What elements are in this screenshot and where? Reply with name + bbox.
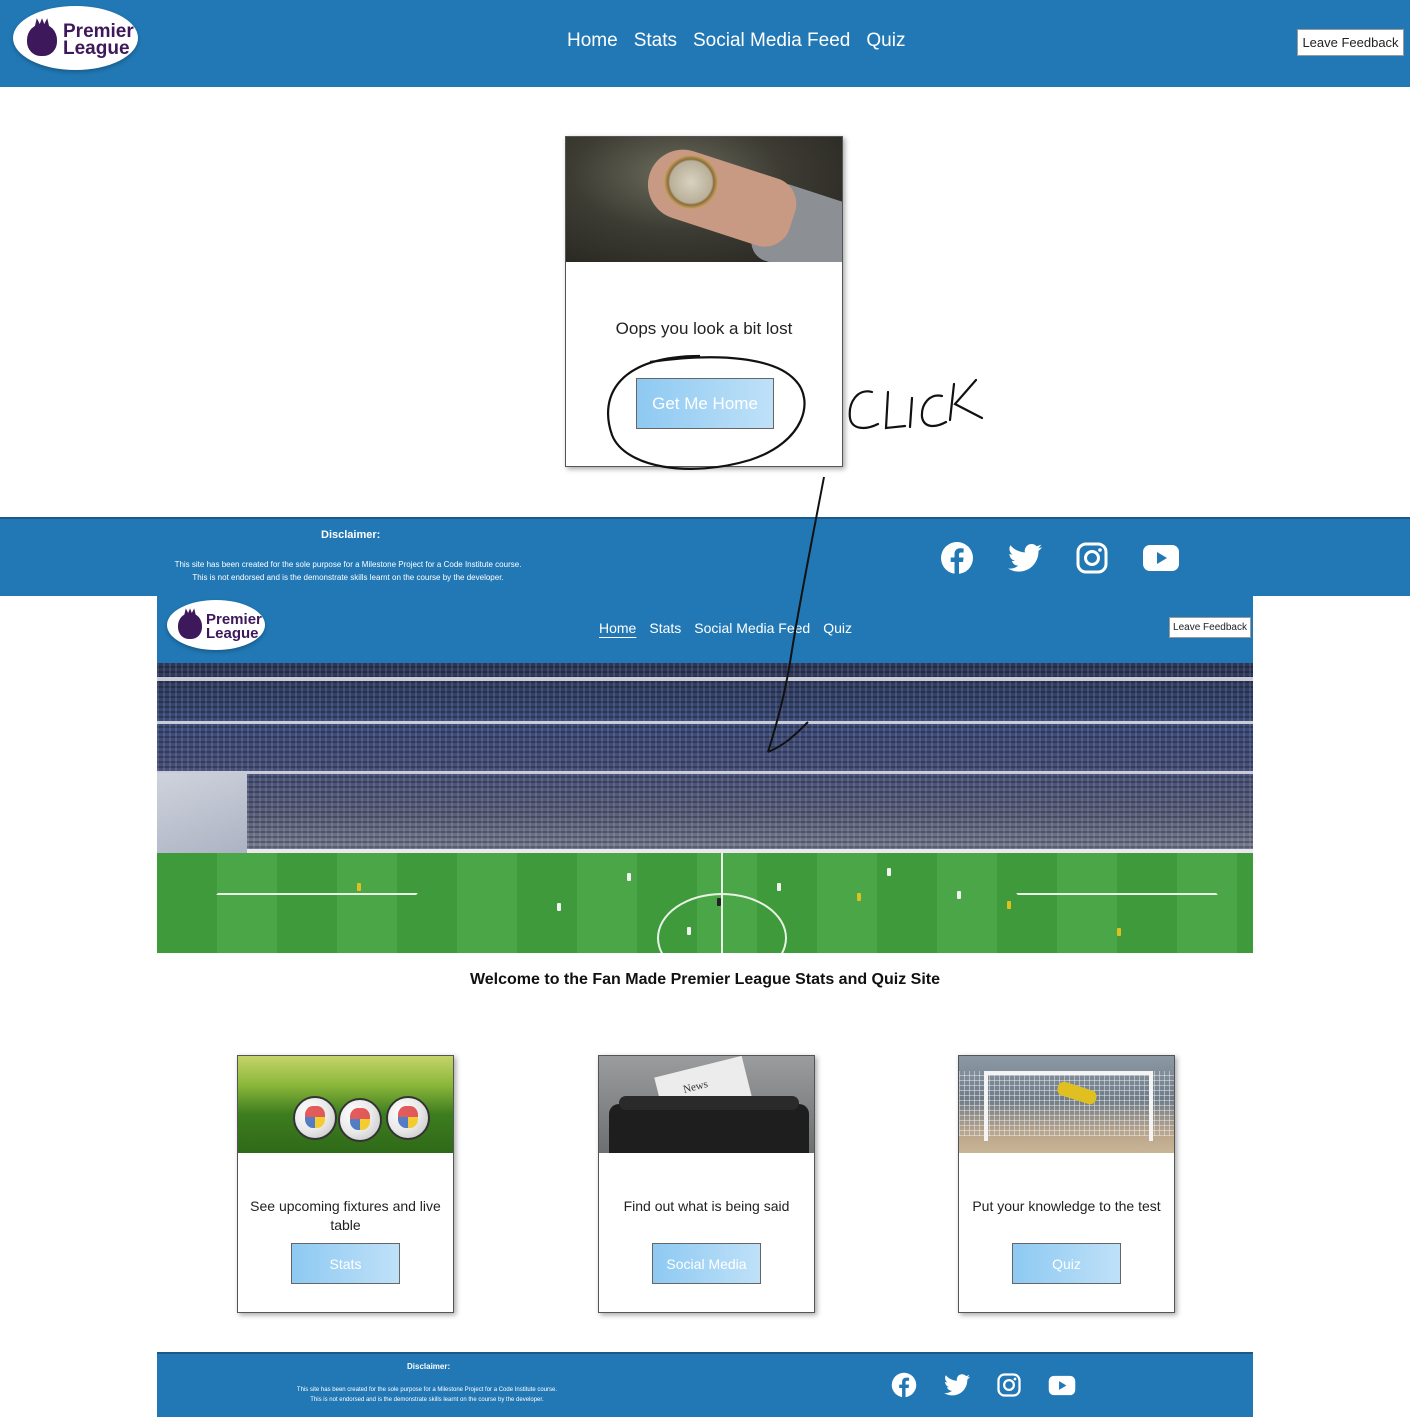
nav-quiz[interactable]: Quiz xyxy=(823,620,852,636)
youtube-icon[interactable] xyxy=(1048,1375,1076,1396)
lost-message: Oops you look a bit lost xyxy=(615,319,793,338)
quiz-button[interactable]: Quiz xyxy=(1012,1243,1121,1284)
compass-image xyxy=(566,137,842,262)
social-links xyxy=(940,541,1180,575)
error-page-header: Premier League Home Stats Social Media F… xyxy=(0,0,1410,87)
stats-card: See upcoming fixtures and live table Sta… xyxy=(237,1055,454,1313)
welcome-heading: Welcome to the Fan Made Premier League S… xyxy=(469,971,941,988)
click-handwriting xyxy=(848,378,984,430)
logo-line2: League xyxy=(206,624,259,642)
lost-card: Oops you look a bit lost Get Me Home xyxy=(565,136,843,467)
twitter-icon[interactable] xyxy=(1008,543,1042,573)
disclaimer-text: This site has been created for the sole … xyxy=(174,560,522,582)
social-media-button[interactable]: Social Media xyxy=(652,1243,761,1284)
pitch xyxy=(157,853,1253,953)
nav-stats[interactable]: Stats xyxy=(634,30,677,52)
footballs-image xyxy=(238,1056,453,1153)
nav-stats[interactable]: Stats xyxy=(649,620,681,636)
home-page-footer: Disclaimer: This site has been created f… xyxy=(157,1352,1253,1417)
quiz-card-text: Put your knowledge to the test xyxy=(972,1198,1161,1214)
instagram-icon[interactable] xyxy=(997,1373,1021,1397)
compass-icon xyxy=(664,155,718,209)
leave-feedback-button[interactable]: Leave Feedback xyxy=(1169,617,1251,638)
nav-quiz[interactable]: Quiz xyxy=(866,30,905,52)
quiz-card: Put your knowledge to the test Quiz xyxy=(958,1055,1175,1313)
lion-icon xyxy=(178,613,202,639)
disclaimer-title: Disclaimer: xyxy=(407,1362,451,1371)
stats-card-text: See upcoming fixtures and live table xyxy=(250,1198,441,1233)
main-nav: Home Stats Social Media Feed Quiz xyxy=(599,620,852,636)
leave-feedback-button[interactable]: Leave Feedback xyxy=(1297,29,1404,56)
error-page-footer: Disclaimer: This site has been created f… xyxy=(0,517,1410,596)
instagram-icon[interactable] xyxy=(1076,542,1108,574)
premier-league-logo[interactable]: Premier League xyxy=(167,600,265,650)
nav-social-media-feed[interactable]: Social Media Feed xyxy=(693,30,850,52)
stats-button[interactable]: Stats xyxy=(291,1243,400,1284)
social-links xyxy=(891,1372,1076,1398)
stadium-hero-image xyxy=(157,663,1253,953)
social-media-card-text: Find out what is being said xyxy=(623,1198,790,1214)
facebook-icon[interactable] xyxy=(891,1372,917,1398)
nav-home[interactable]: Home xyxy=(599,620,636,636)
nav-home[interactable]: Home xyxy=(567,30,618,52)
premier-league-logo[interactable]: Premier League xyxy=(13,6,138,70)
social-media-card: News Find out what is being said Social … xyxy=(598,1055,815,1313)
typewriter-image: News xyxy=(599,1056,814,1153)
home-page-header: Premier League Home Stats Social Media F… xyxy=(157,596,1253,663)
logo-line2: League xyxy=(63,38,130,60)
facebook-icon[interactable] xyxy=(940,541,974,575)
get-me-home-button[interactable]: Get Me Home xyxy=(636,378,774,429)
disclaimer-text: This site has been created for the sole … xyxy=(296,1387,558,1403)
goalkeeper-image xyxy=(959,1056,1174,1153)
disclaimer-title: Disclaimer: xyxy=(321,529,381,541)
main-nav: Home Stats Social Media Feed Quiz xyxy=(567,30,905,52)
youtube-icon[interactable] xyxy=(1142,544,1180,572)
lion-icon xyxy=(27,24,57,56)
twitter-icon[interactable] xyxy=(944,1374,970,1396)
nav-social-media-feed[interactable]: Social Media Feed xyxy=(694,620,810,636)
